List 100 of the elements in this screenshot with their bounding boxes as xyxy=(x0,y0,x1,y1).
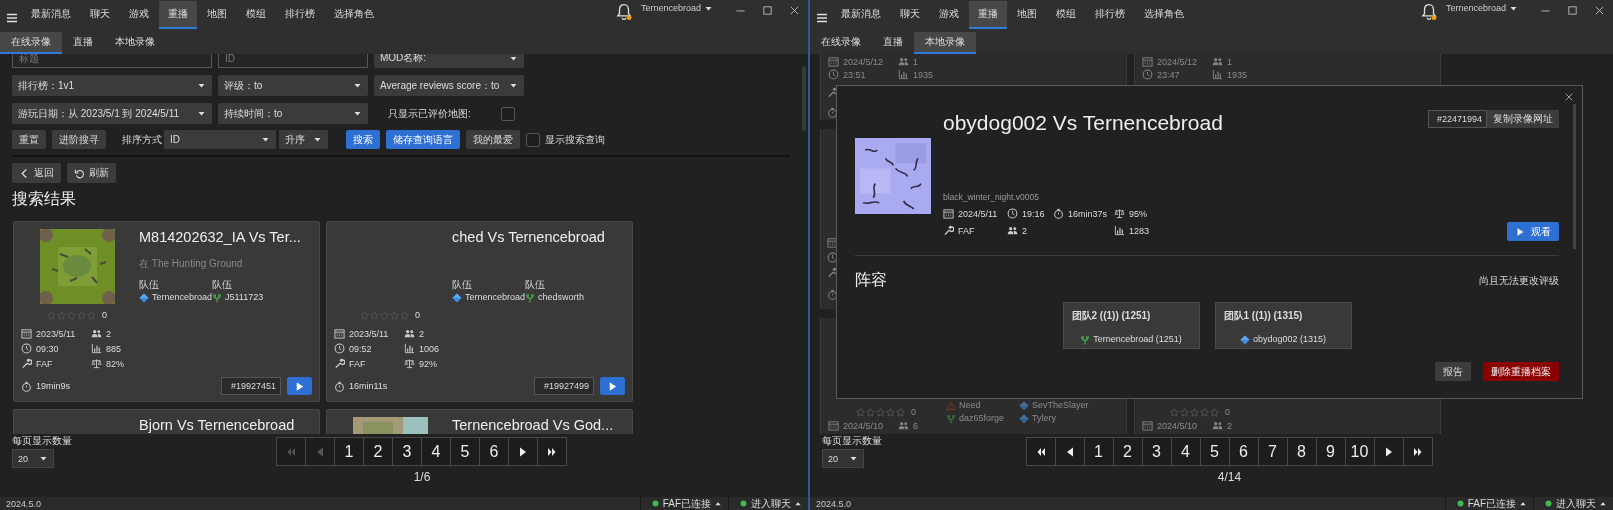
action-button[interactable]: 重置 xyxy=(12,130,46,149)
replay-id-field[interactable]: #19927451 xyxy=(221,377,281,395)
action-button[interactable]: 进阶搜寻 xyxy=(52,130,106,149)
replay-id-field[interactable]: #19927499 xyxy=(534,377,594,395)
page-button[interactable]: 1 xyxy=(1083,437,1114,466)
nav-tab[interactable]: 模组 xyxy=(1047,1,1085,29)
nav-tab[interactable]: 重播 xyxy=(969,1,1007,29)
play-icon xyxy=(607,380,618,392)
replay-card[interactable]: 0 ched Vs Ternencebroad 队伍 Ternencebroad 队伍 chedsworth 2023/5/11 2 09:52 1006 FAF 92% 16min11s #19927499 xyxy=(326,221,633,402)
nav-tab[interactable]: 最新消息 xyxy=(22,1,80,29)
page-button[interactable]: 3 xyxy=(392,437,422,466)
info-text: 1283 xyxy=(1129,225,1150,236)
nav-tab[interactable]: 地图 xyxy=(1008,1,1046,29)
play-button[interactable] xyxy=(287,377,312,395)
page-button[interactable]: 5 xyxy=(450,437,480,466)
text-field[interactable]: 标题 xyxy=(12,54,212,68)
next-page-button[interactable] xyxy=(1373,437,1404,466)
page-button[interactable]: 5 xyxy=(1199,437,1230,466)
sub-tab[interactable]: 本地录像 xyxy=(914,32,976,54)
replay-card[interactable]: Bjorn Vs Ternencebroad xyxy=(13,409,320,434)
page-button[interactable]: 3 xyxy=(1141,437,1172,466)
sub-tab[interactable]: 直播 xyxy=(62,32,104,54)
filter-dropdown[interactable]: 评级：to xyxy=(218,75,368,96)
replay-card[interactable]: 0 2024/5/10 2 xyxy=(1134,399,1441,434)
sub-tab[interactable]: 本地录像 xyxy=(104,32,166,54)
status-item[interactable]: 进入聊天 xyxy=(1533,497,1613,510)
user-menu[interactable]: Ternencebroad xyxy=(640,0,713,13)
star-icon xyxy=(876,407,885,417)
page-button[interactable]: 6 xyxy=(1228,437,1259,466)
replay-card[interactable]: 2024/5/12 1 23:47 1935 xyxy=(1134,54,1441,85)
user-menu[interactable]: Ternencebroad xyxy=(1445,0,1518,13)
action-button[interactable]: 储存查询语言 xyxy=(386,130,460,149)
page-button[interactable]: 2 xyxy=(1112,437,1143,466)
checkbox[interactable] xyxy=(500,106,515,121)
replay-card[interactable]: 2024/5/12 1 23:51 1935 xyxy=(820,54,1127,85)
action-button[interactable]: 搜索 xyxy=(346,130,380,149)
action-button[interactable]: 我的最爱 xyxy=(466,130,520,149)
report-button[interactable]: 报告 xyxy=(1435,362,1471,381)
filter-dropdown[interactable]: 排行榜：1v1 xyxy=(12,75,212,96)
scrollbar[interactable] xyxy=(1573,104,1576,249)
nav-tab[interactable]: 最新消息 xyxy=(832,1,890,29)
replay-card[interactable]: Ternencebroad Vs God... xyxy=(326,409,633,434)
per-page-dropdown[interactable]: 20 xyxy=(12,449,54,468)
nav-tab[interactable]: 聊天 xyxy=(81,1,119,29)
status-item[interactable]: FAF已连接 xyxy=(639,497,728,510)
page-button[interactable]: 7 xyxy=(1257,437,1288,466)
filter-dropdown[interactable]: 游玩日期：从 2023/5/1 到 2024/5/11 xyxy=(12,103,212,124)
next-page-button[interactable] xyxy=(508,437,538,466)
nav-tab[interactable]: 选择角色 xyxy=(325,1,383,29)
page-button[interactable]: 8 xyxy=(1286,437,1317,466)
status-item[interactable]: FAF已连接 xyxy=(1444,497,1533,510)
nav-tab[interactable]: 重播 xyxy=(159,1,197,29)
nav-tab[interactable]: 排行榜 xyxy=(276,1,324,29)
replay-card[interactable]: 0 M814202632_IA Vs Ter... 在 The Hunting Ground 队伍 Ternencebroad 队伍 J5111723 2023/5/11 2 09:30 885 FAF 82% 19min9s #19927451 xyxy=(13,221,320,402)
page-button[interactable]: 1 xyxy=(334,437,364,466)
last-page-button[interactable] xyxy=(1402,437,1433,466)
delete-button[interactable]: 删除重播档案 xyxy=(1483,362,1559,381)
nav-tab[interactable]: 游戏 xyxy=(930,1,968,29)
page-button[interactable]: 4 xyxy=(421,437,451,466)
per-page-dropdown[interactable]: 20 xyxy=(822,449,864,468)
bell-icon[interactable] xyxy=(614,3,633,21)
checkbox[interactable] xyxy=(526,132,540,147)
replay-card[interactable]: 0 2024/5/10 6 Need daz65forge SevTheSlayer Tylery xyxy=(820,399,1127,434)
back-button[interactable]: 返回 xyxy=(12,163,61,183)
nav-tab[interactable]: 模组 xyxy=(237,1,275,29)
page-button[interactable]: 6 xyxy=(479,437,509,466)
first-page-button[interactable] xyxy=(1025,437,1056,466)
star-icon xyxy=(866,407,875,417)
nav-tab[interactable]: 选择角色 xyxy=(1135,1,1193,29)
nav-tab[interactable]: 聊天 xyxy=(891,1,929,29)
replay-id-field[interactable]: #22471994 xyxy=(1428,110,1487,128)
sort-dropdown[interactable]: ID xyxy=(164,130,276,149)
bell-icon[interactable] xyxy=(1419,3,1438,21)
sort-dropdown[interactable]: 升序 xyxy=(279,130,328,149)
page-button[interactable]: 10 xyxy=(1344,437,1375,466)
play-button[interactable] xyxy=(600,377,625,395)
info-text: 2024/5/10 xyxy=(1157,420,1198,431)
watch-button[interactable]: 观看 xyxy=(1507,222,1559,241)
nav-tab[interactable]: 游戏 xyxy=(120,1,158,29)
copy-link-button[interactable]: 复制录像网址 xyxy=(1487,110,1559,128)
filter-dropdown[interactable]: 持续时间：to xyxy=(218,103,368,124)
text-field[interactable]: ID xyxy=(218,54,368,68)
page-button[interactable]: 2 xyxy=(363,437,393,466)
page-button[interactable]: 4 xyxy=(1170,437,1201,466)
sub-tab[interactable]: 在线录像 xyxy=(0,32,62,54)
prev-page-button[interactable] xyxy=(1054,437,1085,466)
users-icon xyxy=(1212,56,1223,67)
users-icon xyxy=(898,420,909,431)
filter-dropdown[interactable]: Average reviews score：to xyxy=(374,75,524,96)
sub-tab[interactable]: 直播 xyxy=(872,32,914,54)
bar-chart-icon xyxy=(898,69,909,80)
page-button[interactable]: 9 xyxy=(1315,437,1346,466)
info-text: 16min37s xyxy=(1068,208,1108,219)
diamond-icon xyxy=(1019,400,1029,411)
fork-icon xyxy=(946,413,956,424)
nav-tab[interactable]: 地图 xyxy=(198,1,236,29)
last-page-button[interactable] xyxy=(537,437,567,466)
refresh-button[interactable]: 刷新 xyxy=(67,163,116,183)
sub-tab[interactable]: 在线录像 xyxy=(810,32,872,54)
nav-tab[interactable]: 排行榜 xyxy=(1086,1,1134,29)
